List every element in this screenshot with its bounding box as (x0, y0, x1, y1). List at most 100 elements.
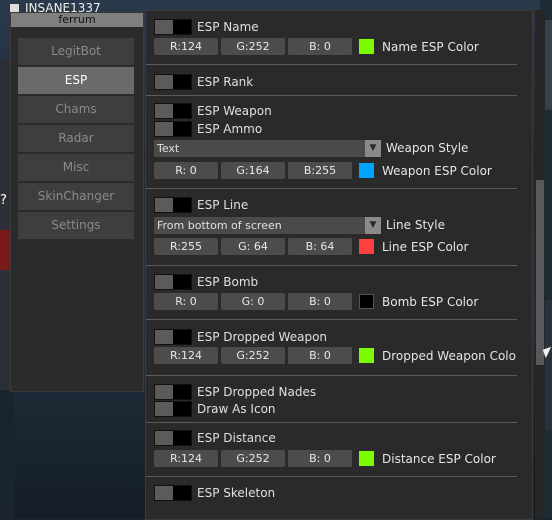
esp-line-toggle[interactable] (154, 197, 192, 213)
dropped-weapon-g-slider[interactable]: G:252 (221, 347, 285, 364)
nav-item-chams[interactable]: Chams (18, 96, 134, 123)
weapon-color-row: R: 0 G:164 B:255 Weapon ESP Color (154, 162, 492, 179)
separator (146, 64, 517, 65)
esp-ammo-toggle[interactable] (154, 121, 192, 137)
nav-item-esp[interactable]: ESP (18, 67, 134, 94)
esp-skeleton-toggle[interactable] (154, 485, 192, 501)
dropped-weapon-color-swatch[interactable] (359, 348, 374, 363)
esp-bomb-label: ESP Bomb (197, 275, 259, 289)
separator (146, 476, 517, 477)
weapon-style-select[interactable]: Text ▼ (154, 140, 381, 157)
line-color-row: R:255 G: 64 B: 64 Line ESP Color (154, 238, 468, 255)
dropped-weapon-color-label: Dropped Weapon Colo (382, 348, 516, 363)
line-color-swatch[interactable] (359, 239, 374, 254)
distance-g-slider[interactable]: G:252 (221, 450, 285, 467)
chevron-down-icon[interactable]: ▼ (365, 140, 381, 157)
distance-color-swatch[interactable] (359, 451, 374, 466)
distance-color-label: Distance ESP Color (382, 451, 496, 466)
nav-item-settings[interactable]: Settings (18, 212, 134, 239)
menu-nav: LegitBot ESP Chams Radar Misc SkinChange… (18, 38, 134, 241)
esp-bomb-row: ESP Bomb (154, 274, 258, 290)
esp-rank-toggle[interactable] (154, 74, 192, 90)
esp-dropped-nades-toggle[interactable] (154, 384, 192, 400)
nav-item-skinchanger[interactable]: SkinChanger (18, 183, 134, 210)
esp-ammo-label: ESP Ammo (197, 122, 263, 136)
bomb-g-slider[interactable]: G: 0 (221, 293, 285, 310)
nav-item-legitbot[interactable]: LegitBot (18, 38, 134, 65)
bomb-r-slider[interactable]: R: 0 (154, 293, 218, 310)
dropped-weapon-color-row: R:124 G:252 B: 0 Dropped Weapon Colo (154, 347, 516, 364)
bomb-color-swatch[interactable] (359, 294, 374, 309)
draw-as-icon-toggle[interactable] (154, 401, 192, 417)
line-style-value: From bottom of screen (157, 219, 282, 232)
nav-item-radar[interactable]: Radar (18, 125, 134, 152)
name-r-slider[interactable]: R:124 (154, 38, 218, 55)
esp-line-row: ESP Line (154, 197, 248, 213)
separator (146, 95, 517, 96)
separator (146, 265, 517, 266)
line-style-label: Line Style (386, 218, 445, 232)
esp-distance-toggle[interactable] (154, 430, 192, 446)
draw-as-icon-label: Draw As Icon (197, 402, 276, 416)
esp-bomb-toggle[interactable] (154, 274, 192, 290)
esp-distance-label: ESP Distance (197, 431, 276, 445)
esp-dropped-weapon-row: ESP Dropped Weapon (154, 329, 327, 345)
name-b-slider[interactable]: B: 0 (288, 38, 352, 55)
distance-r-slider[interactable]: R:124 (154, 450, 218, 467)
esp-name-label: ESP Name (197, 20, 259, 34)
esp-ammo-row: ESP Ammo (154, 121, 262, 137)
bomb-b-slider[interactable]: B: 0 (288, 293, 352, 310)
separator (146, 422, 517, 423)
esp-distance-row: ESP Distance (154, 430, 276, 446)
esp-skeleton-label: ESP Skeleton (197, 486, 276, 500)
dropped-weapon-b-slider[interactable]: B: 0 (288, 347, 352, 364)
separator (146, 188, 517, 189)
esp-line-label: ESP Line (197, 198, 249, 212)
name-color-label: Name ESP Color (382, 39, 479, 54)
line-g-slider[interactable]: G: 64 (221, 238, 285, 255)
esp-rank-row: ESP Rank (154, 74, 253, 90)
esp-dropped-weapon-label: ESP Dropped Weapon (197, 330, 328, 344)
distance-color-row: R:124 G:252 B: 0 Distance ESP Color (154, 450, 496, 467)
weapon-style-value: Text (157, 142, 180, 155)
name-color-swatch[interactable] (359, 39, 374, 54)
hud-question-mark: ? (0, 193, 7, 208)
esp-weapon-row: ESP Weapon (154, 103, 272, 119)
nav-item-misc[interactable]: Misc (18, 154, 134, 181)
esp-weapon-toggle[interactable] (154, 103, 192, 119)
esp-dropped-weapon-toggle[interactable] (154, 329, 192, 345)
esp-rank-label: ESP Rank (197, 75, 254, 89)
weapon-r-slider[interactable]: R: 0 (154, 162, 218, 179)
line-color-label: Line ESP Color (382, 239, 469, 254)
separator (146, 319, 517, 320)
chevron-down-icon[interactable]: ▼ (365, 217, 381, 234)
line-r-slider[interactable]: R:255 (154, 238, 218, 255)
weapon-color-label: Weapon ESP Color (382, 163, 492, 178)
line-style-select[interactable]: From bottom of screen ▼ (154, 217, 381, 234)
scrollbar-thumb[interactable] (536, 180, 544, 365)
esp-name-toggle[interactable] (154, 19, 192, 35)
bomb-color-row: R: 0 G: 0 B: 0 Bomb ESP Color (154, 293, 478, 310)
name-color-row: R:124 G:252 B: 0 Name ESP Color (154, 38, 479, 55)
line-b-slider[interactable]: B: 64 (288, 238, 352, 255)
esp-dropped-nades-row: ESP Dropped Nades (154, 384, 316, 400)
menu-title[interactable]: ferrum (11, 13, 143, 27)
background-wall (0, 390, 14, 518)
menu-sidebar: ferrum LegitBot ESP Chams Radar Misc Ski… (10, 12, 144, 392)
dropped-weapon-r-slider[interactable]: R:124 (154, 347, 218, 364)
weapon-g-slider[interactable]: G:164 (221, 162, 285, 179)
weapon-color-swatch[interactable] (359, 163, 374, 178)
esp-weapon-label: ESP Weapon (197, 104, 272, 118)
separator (146, 375, 517, 376)
draw-as-icon-row: Draw As Icon (154, 401, 276, 417)
weapon-b-slider[interactable]: B:255 (288, 162, 352, 179)
distance-b-slider[interactable]: B: 0 (288, 450, 352, 467)
scrollbar[interactable] (535, 10, 545, 518)
bomb-color-label: Bomb ESP Color (382, 294, 479, 309)
esp-name-row: ESP Name (154, 19, 259, 35)
esp-dropped-nades-label: ESP Dropped Nades (197, 385, 317, 399)
name-g-slider[interactable]: G:252 (221, 38, 285, 55)
weapon-style-label: Weapon Style (386, 141, 469, 155)
esp-skeleton-row: ESP Skeleton (154, 485, 275, 501)
esp-settings-panel: ESP Name R:124 G:252 B: 0 Name ESP Color… (145, 10, 533, 520)
